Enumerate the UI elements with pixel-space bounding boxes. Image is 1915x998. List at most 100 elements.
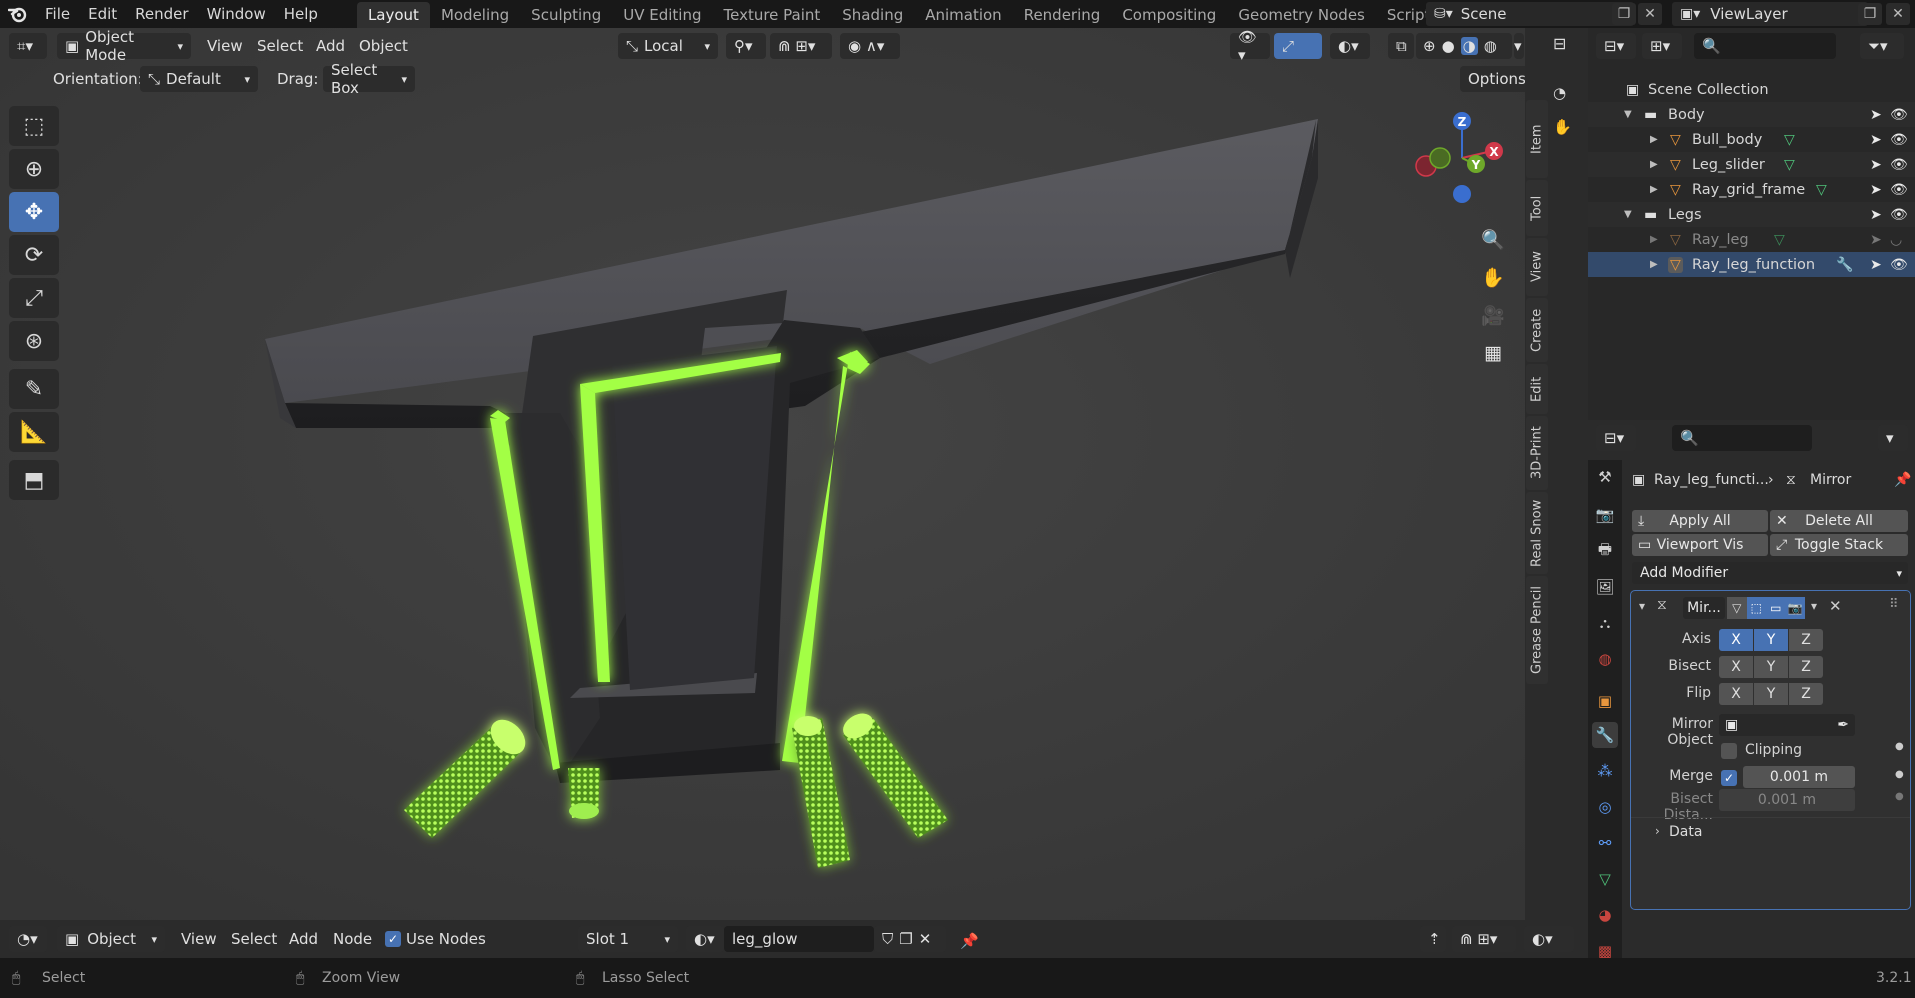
annotate-tool-icon[interactable]: ✎ xyxy=(9,369,59,409)
node-overlay-icon[interactable]: ◐▾ xyxy=(1524,926,1574,952)
edit-mode-icon[interactable]: ⬚ xyxy=(1746,597,1766,619)
properties-editor-type-icon[interactable]: ⊟▾ xyxy=(1596,425,1636,451)
sidebar-tab-real-snow[interactable]: Real Snow xyxy=(1526,492,1548,574)
tab-layout[interactable]: Layout xyxy=(356,2,430,28)
navigation-gizmo[interactable]: Z X Y xyxy=(1408,106,1508,216)
output-tab-icon[interactable]: 🖶 xyxy=(1592,538,1618,564)
select-box-tool-icon[interactable]: ⬚ xyxy=(9,106,59,146)
menu-render[interactable]: Render xyxy=(126,0,197,28)
orientation-selector[interactable]: ⤡ Default ▾ xyxy=(140,66,258,92)
world-tab-icon[interactable]: ◍ xyxy=(1592,646,1618,672)
new-scene-icon[interactable]: ❐ xyxy=(1612,3,1636,25)
view-layer-tab-icon[interactable]: 🖼 xyxy=(1592,574,1618,600)
move-tool-icon[interactable]: ✥ xyxy=(9,192,59,232)
tab-compositing[interactable]: Compositing xyxy=(1111,2,1227,28)
axis-z-toggle[interactable]: Z xyxy=(1789,629,1823,651)
modifier-name-field[interactable]: Mir... xyxy=(1683,597,1725,619)
sidebar-tab-item[interactable]: Item xyxy=(1526,100,1548,178)
outliner-row-ray-leg-function[interactable]: ▶ ▽ Ray_leg_function 🔧 ➤ 👁 xyxy=(1588,252,1915,277)
chevron-down-icon[interactable]: ▾ xyxy=(1811,599,1817,613)
proportional-edit-icon[interactable]: ◉ ∧▾ xyxy=(840,33,900,59)
render-tab-icon[interactable]: 📷 xyxy=(1592,502,1618,528)
close-icon[interactable]: ✕ xyxy=(1829,597,1842,615)
viewlayer-selector[interactable]: ▣▾ ViewLayer xyxy=(1672,2,1868,26)
duplicate-material-icon[interactable]: ❐ xyxy=(899,930,912,948)
clipping-checkbox[interactable] xyxy=(1721,743,1737,759)
snap-node-icon[interactable]: ⋒ ⊞▾ xyxy=(1452,926,1516,952)
realtime-icon[interactable]: ▭ xyxy=(1766,597,1786,619)
scene-selector[interactable]: ⛁▾ Scene xyxy=(1426,2,1634,26)
shader-menu-view[interactable]: View xyxy=(181,926,217,952)
overlay-icon[interactable]: ◐▾ xyxy=(1330,33,1370,59)
material-name-field[interactable]: leg_glow xyxy=(724,926,874,952)
viewport-menu-object[interactable]: Object xyxy=(359,33,408,59)
selectable-icon[interactable]: ➤ xyxy=(1870,107,1882,123)
render-icon[interactable]: 📷 xyxy=(1785,597,1805,619)
shader-menu-node[interactable]: Node xyxy=(333,926,372,952)
viewport-vis-button[interactable]: ▭ Viewport Vis xyxy=(1632,534,1768,556)
measure-tool-icon[interactable]: 📐 xyxy=(9,412,59,452)
tab-texture-paint[interactable]: Texture Paint xyxy=(712,2,831,28)
transform-orientation-selector[interactable]: ⤡ Local ▾ xyxy=(618,33,718,59)
expand-arrow-icon[interactable]: ▶ xyxy=(1650,134,1658,145)
drag-selector[interactable]: Select Box ▾ xyxy=(323,61,415,97)
outliner-row-ray-grid-frame[interactable]: ▶ ▽ Ray_grid_frame ▽ ➤ 👁 xyxy=(1588,177,1915,202)
bisect-z-toggle[interactable]: Z xyxy=(1789,656,1823,678)
editor-type-icon[interactable]: ⌗▾ xyxy=(9,33,47,59)
expand-arrow-icon[interactable]: ▶ xyxy=(1650,159,1658,170)
eye-icon[interactable]: 👁 xyxy=(1890,157,1908,173)
shader-type-selector[interactable]: ▣ Object ▾ xyxy=(57,926,165,952)
cursor-tool-icon[interactable]: ⊕ xyxy=(9,149,59,189)
bisect-x-toggle[interactable]: X xyxy=(1719,656,1753,678)
expand-arrow-icon[interactable]: ▶ xyxy=(1650,184,1658,195)
shader-editor-type-icon[interactable]: ◔▾ xyxy=(9,926,47,952)
camera-icon[interactable]: 🎥 xyxy=(1478,300,1508,330)
viewport-menu-add[interactable]: Add xyxy=(316,33,345,59)
toggle-stack-button[interactable]: ⤢ Toggle Stack xyxy=(1770,534,1908,556)
outliner-row-scene-collection[interactable]: ▣ Scene Collection xyxy=(1588,77,1915,102)
unlink-material-icon[interactable]: ✕ xyxy=(919,930,932,948)
tab-sculpting[interactable]: Sculpting xyxy=(520,2,612,28)
mode-selector[interactable]: ▣ Object Mode ▾ xyxy=(57,28,191,64)
material-browse-icon[interactable]: ◐▾ xyxy=(686,926,724,952)
perspective-grid-icon[interactable]: ▦ xyxy=(1478,338,1508,368)
outliner-collapse-icon[interactable]: ◔ xyxy=(1553,84,1566,102)
outliner-editor-type-icon[interactable]: ⊟▾ xyxy=(1596,33,1636,59)
menu-edit[interactable]: Edit xyxy=(79,0,126,28)
data-tab-icon[interactable]: ▽ xyxy=(1592,866,1618,892)
shader-menu-add[interactable]: Add xyxy=(289,926,318,952)
shading-options-icon[interactable]: ▾ xyxy=(1514,33,1524,59)
rotate-tool-icon[interactable]: ⟳ xyxy=(9,235,59,275)
sidebar-tab-view[interactable]: View xyxy=(1526,238,1548,296)
outliner-search-input[interactable]: 🔍 xyxy=(1694,33,1836,59)
bisect-distance-field[interactable]: 0.001 m xyxy=(1719,789,1855,811)
keyframe-dot-icon[interactable]: ● xyxy=(1895,741,1904,752)
menu-window[interactable]: Window xyxy=(198,0,275,28)
shader-menu-select[interactable]: Select xyxy=(231,926,277,952)
outliner-row-ray-leg[interactable]: ▶ ▽ Ray_leg ▽ ➤ ◡ xyxy=(1588,227,1915,252)
delete-all-button[interactable]: ✕ Delete All xyxy=(1770,510,1908,532)
selectable-icon[interactable]: ➤ xyxy=(1870,207,1882,223)
tab-uv-editing[interactable]: UV Editing xyxy=(612,2,712,28)
pin-icon[interactable]: 📌 xyxy=(1894,472,1911,488)
menu-file[interactable]: File xyxy=(36,0,79,28)
tab-modeling[interactable]: Modeling xyxy=(430,2,520,28)
blender-logo-icon[interactable] xyxy=(0,0,36,28)
object-tab-icon[interactable]: ▣ xyxy=(1592,688,1618,714)
axis-y-toggle[interactable]: Y xyxy=(1754,629,1788,651)
viewport-menu-view[interactable]: View xyxy=(207,33,243,59)
flip-x-toggle[interactable]: X xyxy=(1719,683,1753,705)
outliner-row-leg-slider[interactable]: ▶ ▽ Leg_slider ▽ ➤ 👁 xyxy=(1588,152,1915,177)
tab-geometry-nodes[interactable]: Geometry Nodes xyxy=(1227,2,1376,28)
flip-z-toggle[interactable]: Z xyxy=(1789,683,1823,705)
properties-options-icon[interactable]: ▾ xyxy=(1878,425,1908,451)
sidebar-tab-tool[interactable]: Tool xyxy=(1526,180,1548,236)
tab-rendering[interactable]: Rendering xyxy=(1013,2,1112,28)
3d-viewport[interactable]: ⌗▾ ▣ Object Mode ▾ View Select Add Objec… xyxy=(0,28,1525,920)
gizmo-toggle-icon[interactable]: ⤢ xyxy=(1274,33,1322,59)
expand-arrow-icon[interactable]: ▼ xyxy=(1624,109,1632,120)
use-nodes-checkbox[interactable]: ✓ xyxy=(385,931,401,947)
outliner-row-body[interactable]: ▼ ▬ Body ➤ 👁 xyxy=(1588,102,1915,127)
physics-tab-icon[interactable]: ◎ xyxy=(1592,794,1618,820)
xray-icon[interactable]: ⧉ xyxy=(1388,33,1414,59)
